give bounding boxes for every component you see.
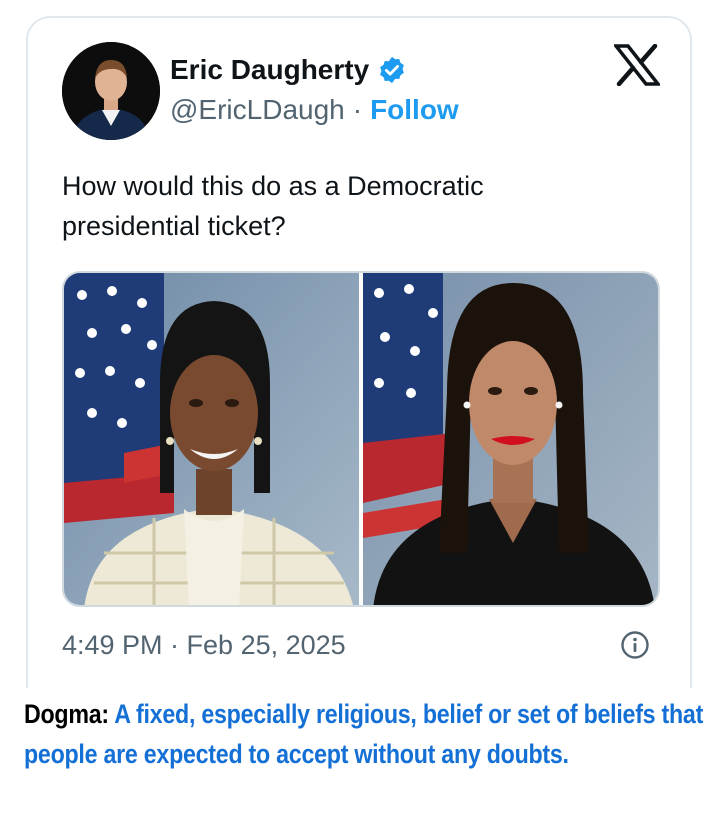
avatar[interactable] (62, 42, 160, 140)
author-name[interactable]: Eric Daugherty (170, 54, 369, 86)
handle-row: @EricLDaugh · Follow (170, 94, 459, 126)
author-handle[interactable]: @EricLDaugh (170, 94, 345, 126)
caption-term: Dogma: (24, 699, 109, 729)
follow-button[interactable]: Follow (370, 94, 459, 126)
x-logo-icon[interactable] (612, 43, 662, 91)
tweet-timestamp[interactable]: 4:49 PM · Feb 25, 2025 (62, 630, 346, 661)
info-icon[interactable] (620, 630, 650, 665)
separator-dot: · (352, 94, 363, 125)
caption-definition: A fixed, especially religious, belief or… (24, 699, 704, 769)
portrait-photo-left[interactable] (64, 273, 359, 605)
portrait-photo-right[interactable] (363, 273, 658, 605)
verified-badge-icon (377, 55, 407, 85)
tweet-media[interactable] (62, 271, 660, 607)
dogma-caption: Dogma: A fixed, especially religious, be… (24, 694, 703, 774)
author-row: Eric Daugherty (170, 54, 407, 86)
tweet-text: How would this do as a Democratic presid… (62, 171, 484, 241)
tweet-card: Eric Daugherty @EricLDaugh · Follow How … (26, 16, 692, 688)
